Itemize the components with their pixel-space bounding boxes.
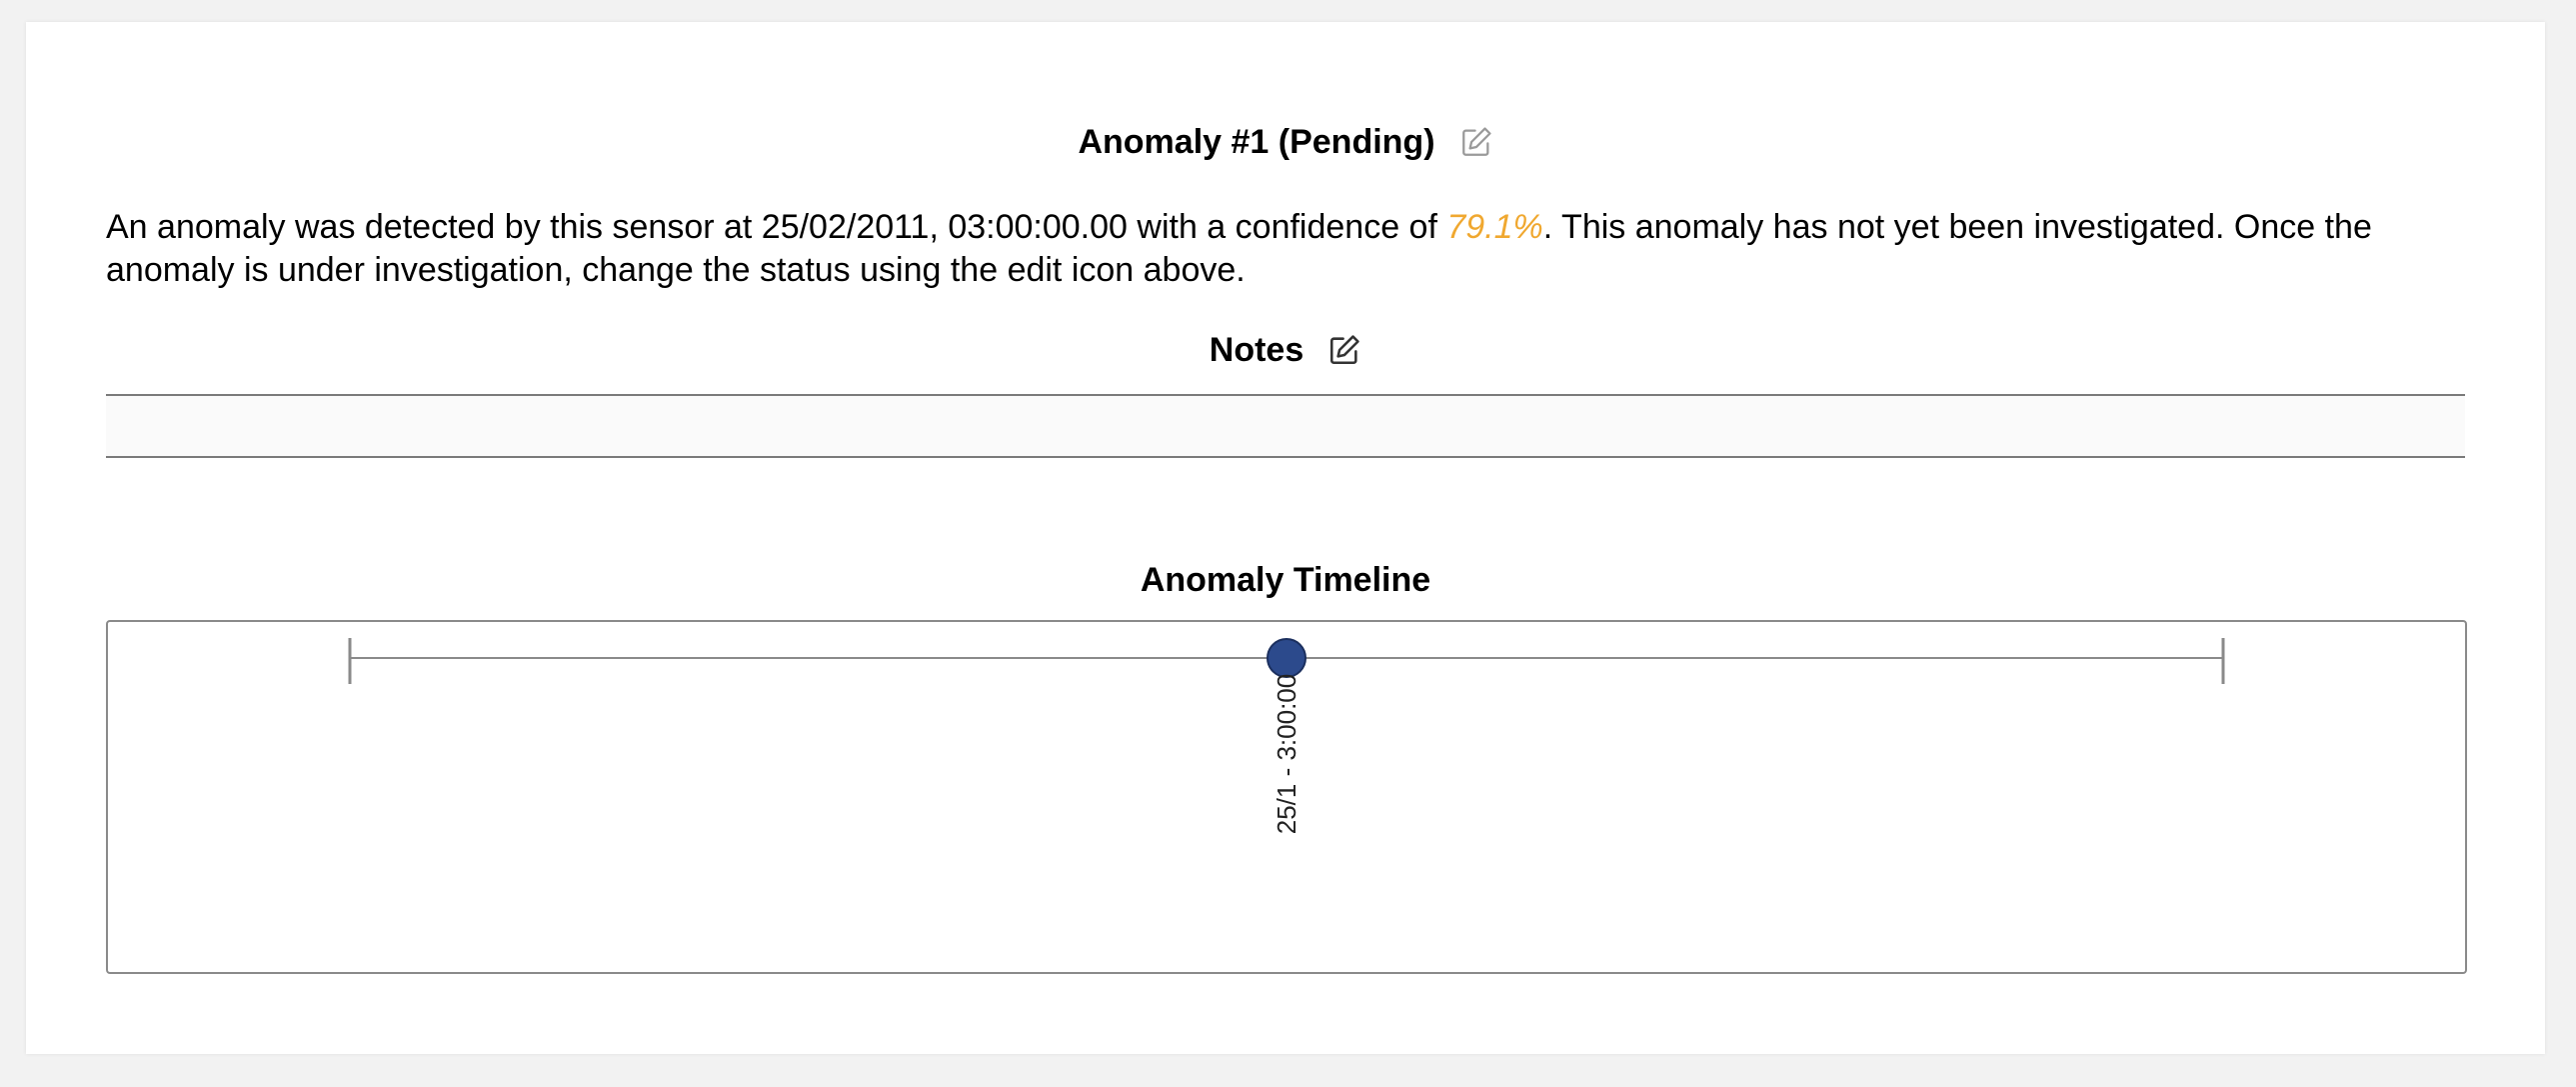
edit-notes-button[interactable]	[1327, 333, 1361, 367]
notes-content	[106, 394, 2465, 458]
timeline-title: Anomaly Timeline	[1140, 561, 1431, 599]
anomaly-description: An anomaly was detected by this sensor a…	[106, 206, 2495, 292]
anomaly-timeline: 25/1 - 3:00:00	[106, 620, 2467, 974]
edit-icon	[1461, 127, 1491, 156]
anomaly-title: Anomaly #1 (Pending)	[1078, 123, 1435, 161]
notes-title: Notes	[1209, 331, 1304, 369]
anomaly-title-row: Anomaly #1 (Pending)	[26, 122, 2545, 162]
timeline-title-row: Anomaly Timeline	[26, 560, 2545, 600]
edit-status-button[interactable]	[1459, 125, 1493, 159]
description-prefix: An anomaly was detected by this sensor a…	[106, 208, 1447, 246]
confidence-value: 79.1%	[1446, 208, 1543, 246]
anomaly-event-marker[interactable]	[1267, 638, 1306, 678]
edit-icon	[1330, 335, 1359, 365]
notes-title-row: Notes	[26, 330, 2545, 370]
anomaly-card: Anomaly #1 (Pending) An anomaly was dete…	[26, 22, 2545, 1054]
anomaly-event-label: 25/1 - 3:00:00	[1272, 674, 1301, 834]
timeline-chart: 25/1 - 3:00:00	[348, 638, 2225, 834]
